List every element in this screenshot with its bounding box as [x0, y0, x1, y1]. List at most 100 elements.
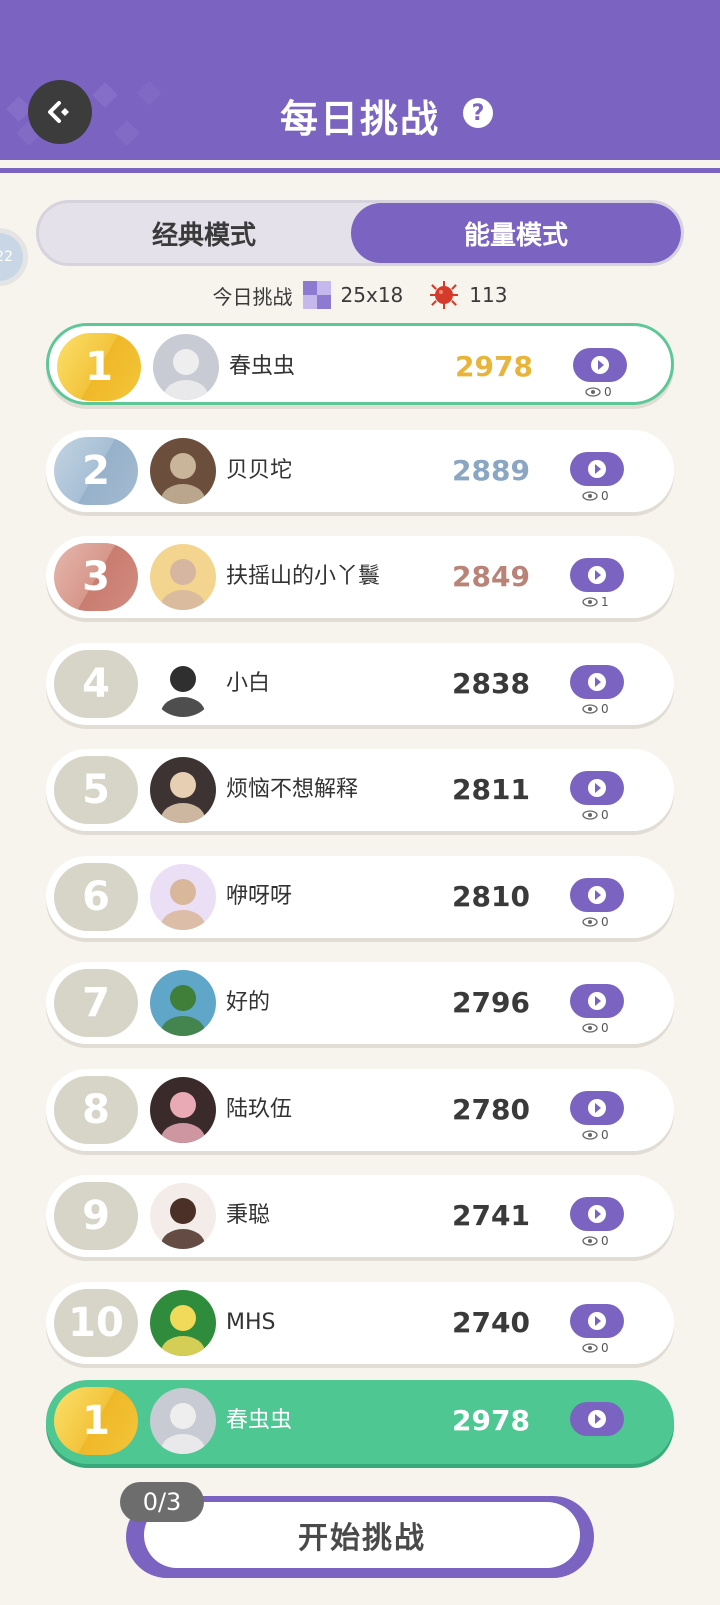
eye-icon	[582, 917, 598, 927]
avatar	[150, 438, 216, 504]
avatar	[150, 757, 216, 823]
my-rank-row[interactable]: 1 春虫虫 2978	[46, 1380, 674, 1464]
player-name: MHS	[226, 1310, 276, 1335]
my-replay-button[interactable]	[570, 1402, 624, 1436]
replay-button[interactable]	[573, 348, 627, 382]
help-icon[interactable]: ?	[463, 98, 493, 128]
leaderboard-row[interactable]: 8 陆玖伍 2780 0	[46, 1069, 674, 1151]
view-count-value: 0	[601, 1341, 609, 1355]
avatar	[150, 1290, 216, 1356]
leaderboard-row[interactable]: 6 咿呀呀 2810 0	[46, 856, 674, 938]
view-count-value: 0	[601, 702, 609, 716]
view-count: 0	[582, 488, 609, 504]
player-score: 2978	[455, 350, 533, 383]
player-name: 贝贝坨	[226, 458, 293, 483]
eye-icon	[585, 387, 601, 397]
eye-icon	[582, 1130, 598, 1140]
avatar-image	[150, 757, 216, 823]
view-count: 0	[582, 1340, 609, 1356]
eye-icon	[582, 810, 598, 820]
avatar-image	[150, 970, 216, 1036]
today-label: 今日挑战	[212, 284, 293, 309]
view-count: 0	[582, 1233, 609, 1249]
leaderboard-row[interactable]: 4 小白 2838 0	[46, 643, 674, 725]
play-icon	[588, 566, 606, 584]
play-icon	[588, 1312, 606, 1330]
play-icon	[591, 356, 609, 374]
replay-button[interactable]	[570, 665, 624, 699]
side-level-badge[interactable]: 22	[0, 228, 28, 286]
rank-badge: 6	[54, 863, 138, 931]
attempts-badge: 0/3	[120, 1482, 204, 1522]
eye-icon	[582, 704, 598, 714]
avatar	[150, 970, 216, 1036]
play-icon	[588, 886, 606, 904]
rank-badge: 10	[54, 1289, 138, 1357]
leaderboard-row[interactable]: 7 好的 2796 0	[46, 962, 674, 1044]
view-count: 0	[582, 701, 609, 717]
view-count-value: 0	[601, 1021, 609, 1035]
rank-badge: 4	[54, 650, 138, 718]
play-icon	[588, 992, 606, 1010]
side-badge-value: 22	[0, 249, 13, 265]
player-score: 2849	[452, 560, 530, 593]
replay-button[interactable]	[570, 558, 624, 592]
avatar-image	[150, 544, 216, 610]
avatar	[150, 1388, 216, 1454]
leaderboard-row[interactable]: 2 贝贝坨 2889 0	[46, 430, 674, 512]
avatar	[150, 1077, 216, 1143]
leaderboard-row[interactable]: 3 扶摇山的小丫鬟 2849 1	[46, 536, 674, 618]
view-count: 0	[585, 384, 612, 400]
play-icon	[588, 673, 606, 691]
replay-button[interactable]	[570, 771, 624, 805]
leaderboard-row[interactable]: 5 烦恼不想解释 2811 0	[46, 749, 674, 831]
view-count-value: 0	[601, 915, 609, 929]
leaderboard-row[interactable]: 10 MHS 2740 0	[46, 1282, 674, 1364]
rank-badge: 1	[57, 333, 141, 401]
avatar-image	[150, 1388, 216, 1454]
view-count-value: 0	[601, 1234, 609, 1248]
replay-button[interactable]	[570, 1091, 624, 1125]
header-divider	[0, 168, 720, 173]
tab-energy-mode[interactable]: 能量模式	[351, 203, 681, 263]
replay-button[interactable]	[570, 1197, 624, 1231]
replay-button[interactable]	[570, 878, 624, 912]
virus-icon	[430, 281, 459, 309]
back-arrow-icon	[48, 101, 69, 123]
play-icon	[588, 1099, 606, 1117]
leaderboard-row[interactable]: 9 秉聪 2741 0	[46, 1175, 674, 1257]
avatar	[150, 544, 216, 610]
eye-icon	[582, 1236, 598, 1246]
replay-button[interactable]	[570, 452, 624, 486]
avatar	[150, 1183, 216, 1249]
player-name: 小白	[226, 671, 271, 696]
tab-classic-mode[interactable]: 经典模式	[39, 203, 369, 263]
player-name: 好的	[226, 990, 271, 1015]
replay-button[interactable]	[570, 984, 624, 1018]
player-score: 2811	[452, 773, 530, 806]
avatar-image	[150, 1290, 216, 1356]
avatar-image	[150, 651, 216, 717]
eye-icon	[582, 491, 598, 501]
player-score: 2889	[452, 454, 530, 487]
view-count-value: 0	[601, 489, 609, 503]
avatar	[153, 334, 219, 400]
view-count: 1	[582, 594, 609, 610]
my-player-name: 春虫虫	[226, 1408, 293, 1433]
view-count-value: 0	[601, 808, 609, 822]
back-button[interactable]	[28, 80, 92, 144]
view-count-value: 0	[604, 385, 612, 399]
my-rank-badge: 1	[54, 1387, 138, 1455]
replay-button[interactable]	[570, 1304, 624, 1338]
avatar-image	[153, 334, 219, 400]
leaderboard-row[interactable]: 1 春虫虫 2978 0	[46, 323, 674, 405]
player-score: 2780	[452, 1093, 530, 1126]
avatar	[150, 651, 216, 717]
view-count-value: 0	[601, 1128, 609, 1142]
eye-icon	[582, 597, 598, 607]
play-icon	[588, 460, 606, 478]
avatar-image	[150, 1077, 216, 1143]
eye-icon	[582, 1023, 598, 1033]
start-challenge-button[interactable]: 开始挑战	[144, 1502, 580, 1568]
player-score: 2796	[452, 986, 530, 1019]
